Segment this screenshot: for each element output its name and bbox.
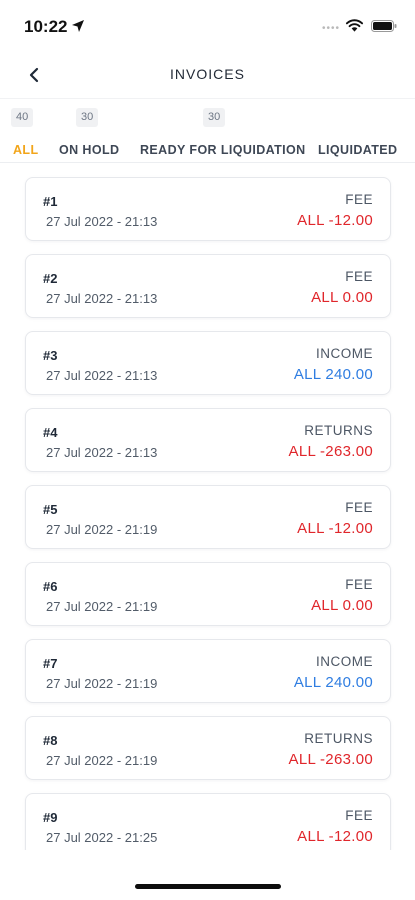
invoice-date: 27 Jul 2022 - 21:13	[46, 291, 158, 306]
invoice-number: #4	[43, 425, 58, 440]
invoice-amount: ALL 240.00	[293, 674, 373, 691]
invoice-date: 27 Jul 2022 - 21:25	[46, 830, 158, 845]
invoice-card[interactable]: #8 27 Jul 2022 - 21:19 RETURNS ALL -263.…	[25, 716, 391, 780]
invoice-card[interactable]: #1 27 Jul 2022 - 21:13 FEE ALL -12.00	[25, 177, 391, 241]
invoice-amount: ALL 240.00	[293, 366, 373, 383]
invoice-date: 27 Jul 2022 - 21:19	[46, 753, 158, 768]
invoice-date: 27 Jul 2022 - 21:13	[46, 368, 158, 383]
tab-count-badge: 30	[203, 108, 226, 127]
filter-tabs: 40 ALL 30 ON HOLD 30 READY FOR LIQUIDATI…	[0, 100, 415, 163]
invoice-date: 27 Jul 2022 - 21:19	[46, 676, 158, 691]
invoice-type: RETURNS	[304, 423, 373, 438]
invoice-type: FEE	[345, 192, 373, 207]
bottom-area	[0, 850, 415, 900]
invoice-number: #3	[43, 348, 58, 363]
invoice-date: 27 Jul 2022 - 21:13	[46, 214, 158, 229]
invoice-card[interactable]: #3 27 Jul 2022 - 21:13 INCOME ALL 240.00	[25, 331, 391, 395]
invoice-date: 27 Jul 2022 - 21:19	[46, 599, 158, 614]
invoice-amount: ALL -263.00	[288, 443, 373, 460]
invoice-type: INCOME	[316, 654, 373, 669]
tab-label: ON HOLD	[59, 143, 120, 157]
signal-icon: ••••	[322, 23, 341, 34]
status-time: 10:22	[24, 17, 68, 36]
nav-bar: INVOICES	[0, 52, 415, 99]
invoice-list: #1 27 Jul 2022 - 21:13 FEE ALL -12.00 #2…	[25, 177, 391, 870]
tab-label: LIQUIDATED	[318, 143, 398, 157]
invoice-amount: ALL 0.00	[311, 289, 373, 306]
invoice-number: #9	[43, 810, 58, 825]
status-bar: 10:22 ••••	[0, 0, 415, 52]
page-title: INVOICES	[170, 66, 245, 82]
invoice-number: #6	[43, 579, 58, 594]
invoice-number: #7	[43, 656, 58, 671]
invoice-type: FEE	[345, 577, 373, 592]
tab-label: READY FOR LIQUIDATION	[140, 143, 306, 157]
wifi-icon	[345, 19, 364, 32]
invoice-amount: ALL -12.00	[297, 520, 373, 537]
invoice-date: 27 Jul 2022 - 21:19	[46, 522, 158, 537]
invoice-card[interactable]: #5 27 Jul 2022 - 21:19 FEE ALL -12.00	[25, 485, 391, 549]
invoice-amount: ALL -263.00	[288, 751, 373, 768]
invoice-type: FEE	[345, 808, 373, 823]
invoice-type: FEE	[345, 269, 373, 284]
invoice-amount: ALL 0.00	[311, 597, 373, 614]
invoice-type: RETURNS	[304, 731, 373, 746]
tab-count-badge: 40	[11, 108, 34, 127]
invoice-card[interactable]: #9 27 Jul 2022 - 21:25 FEE ALL -12.00	[25, 793, 391, 857]
invoice-date: 27 Jul 2022 - 21:13	[46, 445, 158, 460]
invoice-number: #8	[43, 733, 58, 748]
invoice-number: #1	[43, 194, 58, 209]
home-indicator[interactable]	[135, 884, 281, 889]
invoice-amount: ALL -12.00	[297, 212, 373, 229]
invoice-type: FEE	[345, 500, 373, 515]
invoice-card[interactable]: #2 27 Jul 2022 - 21:13 FEE ALL 0.00	[25, 254, 391, 318]
invoice-number: #2	[43, 271, 58, 286]
invoice-card[interactable]: #4 27 Jul 2022 - 21:13 RETURNS ALL -263.…	[25, 408, 391, 472]
location-arrow-icon	[72, 20, 84, 32]
invoice-number: #5	[43, 502, 58, 517]
invoice-card[interactable]: #6 27 Jul 2022 - 21:19 FEE ALL 0.00	[25, 562, 391, 626]
invoice-type: INCOME	[316, 346, 373, 361]
invoice-amount: ALL -12.00	[297, 828, 373, 845]
invoice-card[interactable]: #7 27 Jul 2022 - 21:19 INCOME ALL 240.00	[25, 639, 391, 703]
battery-icon	[371, 20, 397, 32]
tab-label: ALL	[13, 143, 39, 157]
tab-count-badge: 30	[76, 108, 99, 127]
